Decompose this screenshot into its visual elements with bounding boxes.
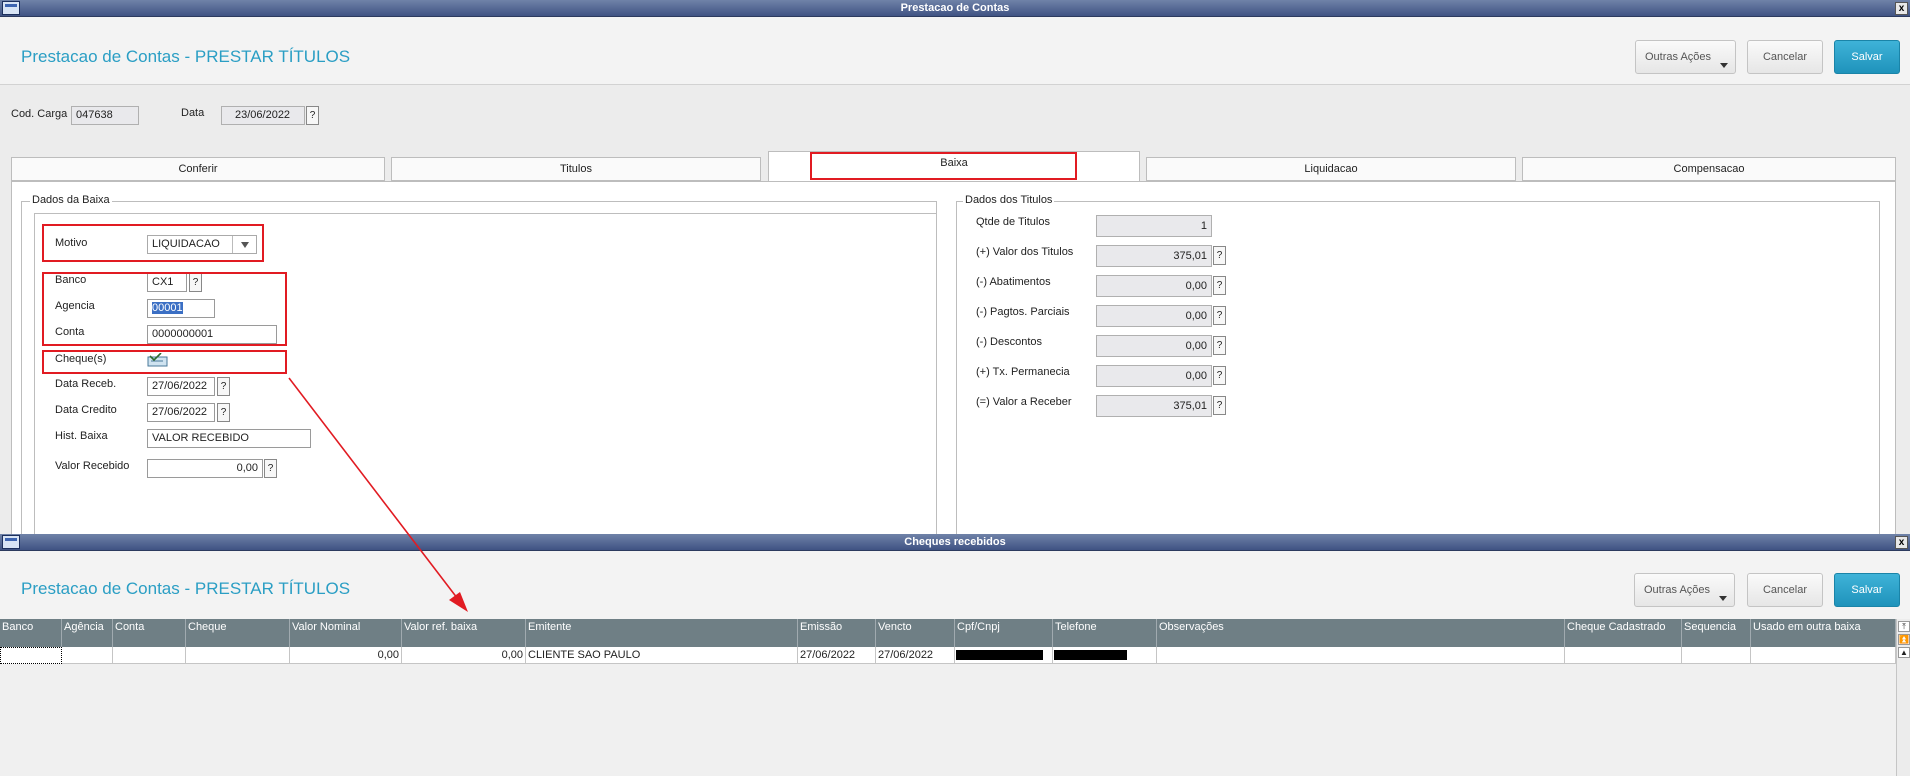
annotation-arrow <box>288 377 468 612</box>
